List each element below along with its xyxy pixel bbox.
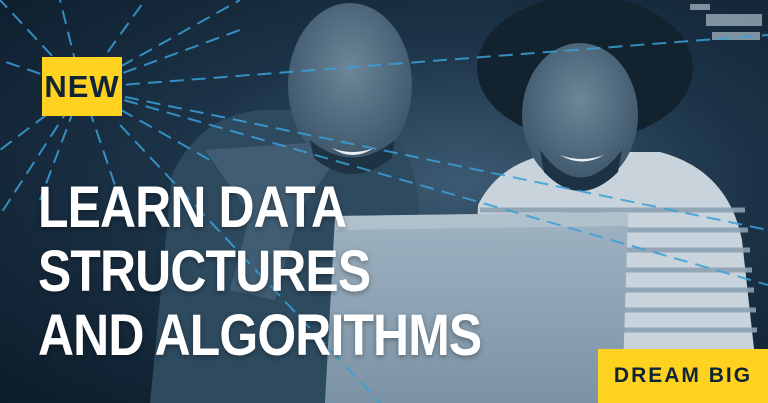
headline: LEARN DATA STRUCTURES AND ALGORITHMS	[38, 175, 482, 368]
headline-line-1: LEARN DATA	[38, 175, 347, 240]
headline-line-2: STRUCTURES	[38, 239, 371, 304]
dream-big-tag: DREAM BIG	[598, 349, 768, 403]
promo-banner: NEW LEARN DATA STRUCTURES AND ALGORITHMS…	[0, 0, 768, 403]
dream-big-label: DREAM BIG	[613, 364, 753, 387]
window-light	[690, 4, 762, 40]
new-badge: NEW	[42, 57, 122, 116]
headline-line-3: AND ALGORITHMS	[38, 303, 482, 368]
new-badge-label: NEW	[44, 68, 120, 104]
